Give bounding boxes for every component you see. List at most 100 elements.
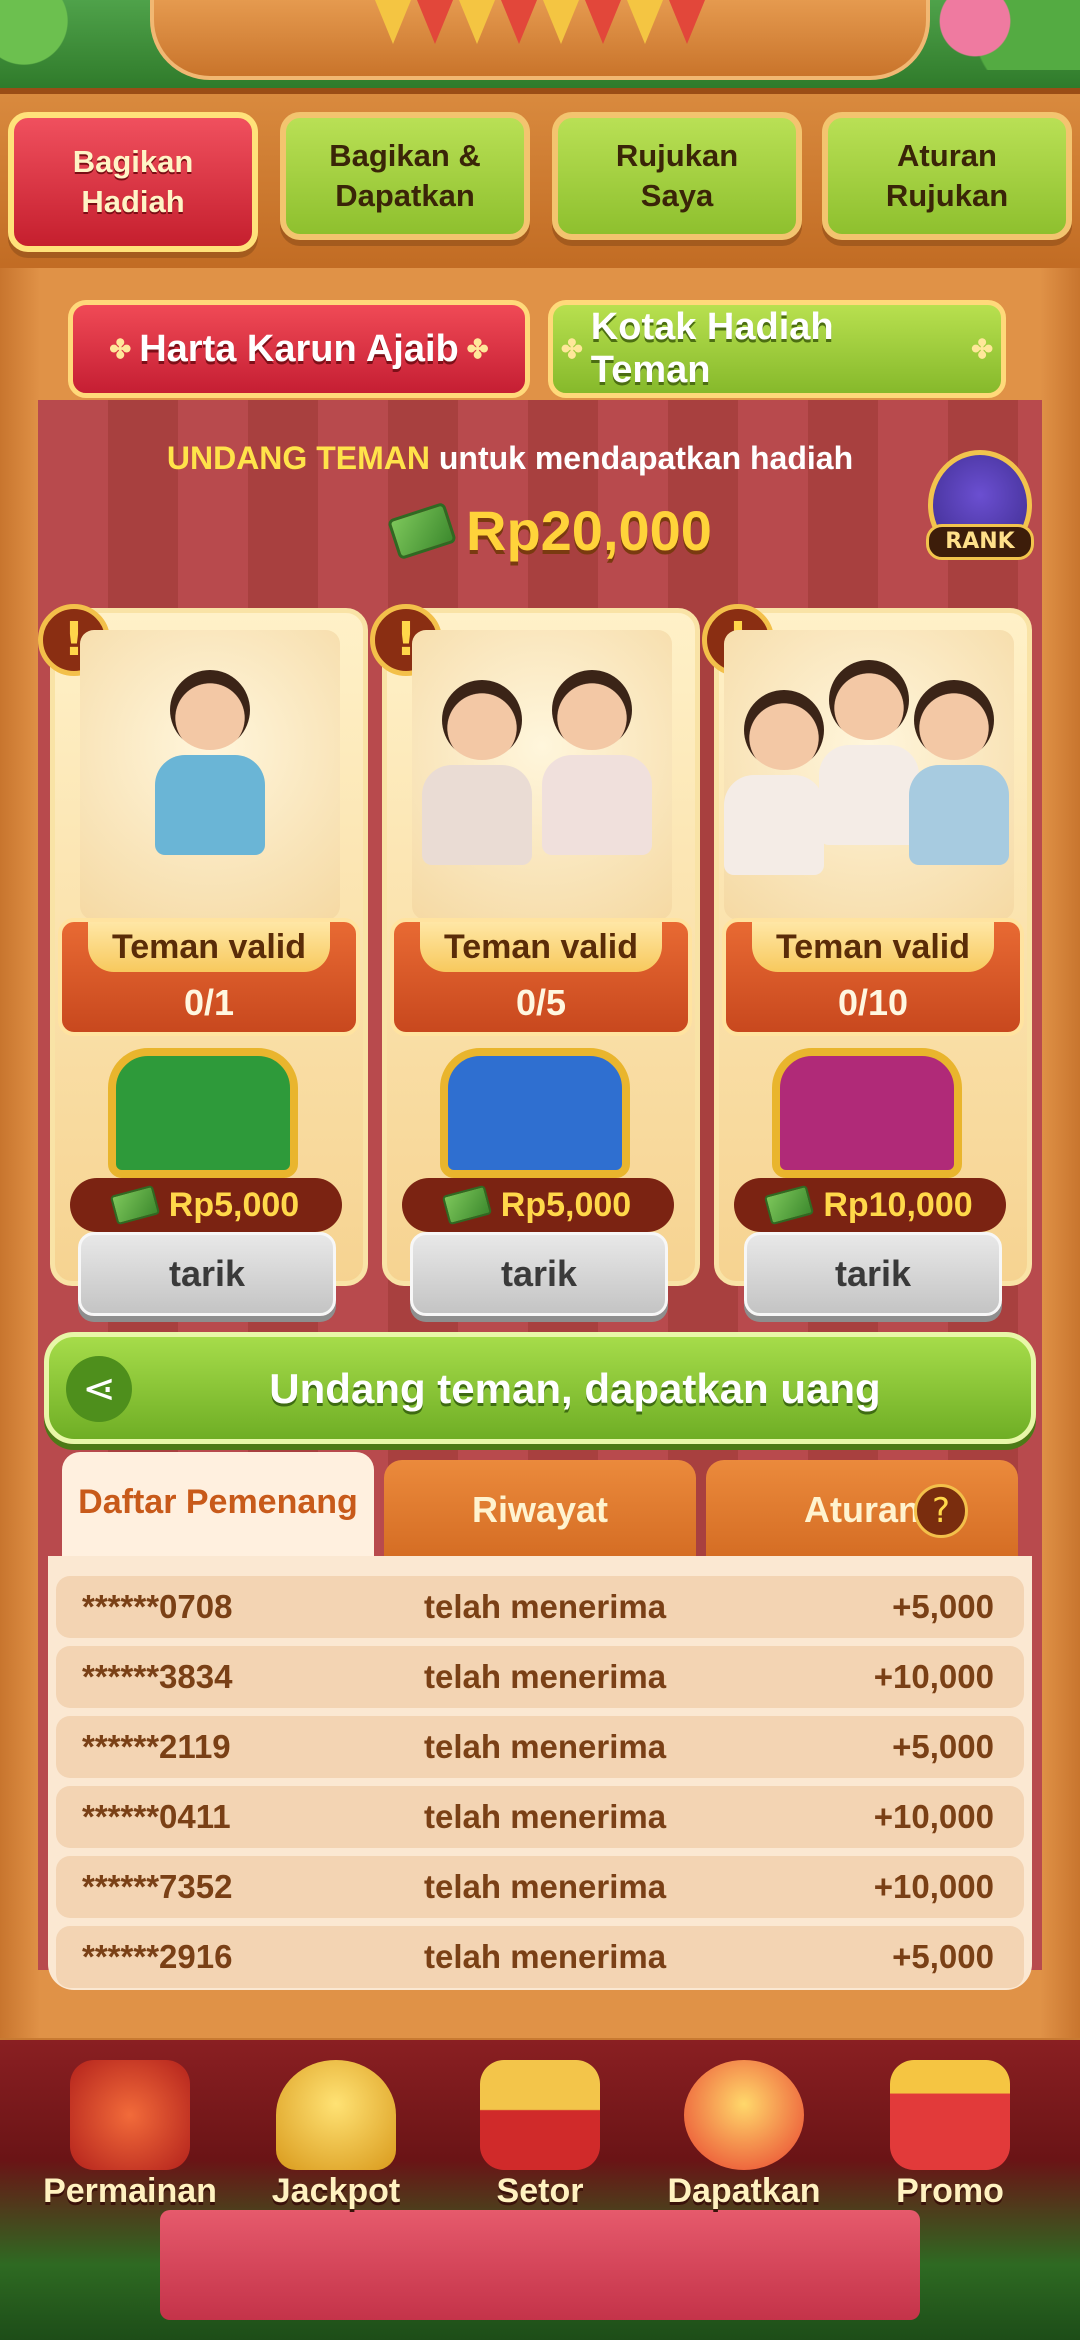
clover-icon: ✤ xyxy=(971,333,993,364)
winner-status: telah menerima xyxy=(424,1588,667,1625)
friend-gift-box-label: Kotak Hadiah Teman xyxy=(590,306,834,391)
nav-games[interactable]: Permainan xyxy=(30,2060,230,2210)
nav-label: Dapatkan xyxy=(667,2172,821,2210)
reward-amount: Rp5,000 xyxy=(168,1185,300,1224)
tab-label: Bagikan Hadiah xyxy=(72,144,194,219)
winner-amount: +10,000 xyxy=(873,1658,994,1695)
tab-rules[interactable]: Aturan xyxy=(706,1460,1018,1560)
tab-label: Bagikan & Dapatkan xyxy=(329,138,481,213)
winner-user: ******7352 xyxy=(82,1868,233,1905)
leaf-decoration-left xyxy=(0,0,120,70)
invite-highlight: UNDANG TEMAN xyxy=(166,440,430,476)
winner-status: telah menerima xyxy=(424,1728,667,1765)
valid-friends-label: Teman valid xyxy=(752,922,994,972)
claim-button-3[interactable]: tarik xyxy=(744,1232,1002,1316)
winner-user: ******3834 xyxy=(82,1658,233,1695)
valid-friends-count: 0/10 xyxy=(837,982,909,1023)
total-reward-amount: Rp20,000 xyxy=(466,499,712,562)
nav-label: Setor xyxy=(496,2172,584,2210)
tab-referral-rules[interactable]: Aturan Rujukan xyxy=(822,112,1072,240)
avatar-head xyxy=(744,690,824,770)
avatar-body xyxy=(819,745,919,845)
tab-label: Rujukan Saya xyxy=(615,138,739,213)
list-item: ******2916 telah menerima +5,000 xyxy=(56,1926,1024,1988)
reward-amount: Rp5,000 xyxy=(500,1185,632,1224)
friends-illustration xyxy=(724,630,1014,920)
winner-user: ******0411 xyxy=(82,1798,231,1835)
treasure-chest-icon xyxy=(440,1048,630,1178)
tab-share-earn[interactable]: Bagikan & Dapatkan xyxy=(280,112,530,240)
reward-amount-pill: Rp5,000 xyxy=(402,1178,674,1232)
list-item: ******0708 telah menerima +5,000 xyxy=(56,1576,1024,1638)
clover-icon: ✤ xyxy=(109,333,132,364)
winner-status: telah menerima xyxy=(424,1658,667,1695)
phone-gift-icon xyxy=(684,2060,804,2170)
rank-button[interactable]: RANK xyxy=(926,524,1034,560)
nav-promo[interactable]: Promo xyxy=(850,2060,1050,2210)
avatar-head xyxy=(914,680,994,760)
winner-amount: +5,000 xyxy=(892,1938,994,1975)
winner-amount: +5,000 xyxy=(892,1728,994,1765)
winner-user: ******0708 xyxy=(82,1588,233,1625)
pennant-bunting xyxy=(350,0,730,70)
avatar-body xyxy=(909,765,1009,865)
tab-history[interactable]: Riwayat xyxy=(384,1460,696,1560)
tab-share-reward[interactable]: Bagikan Hadiah xyxy=(8,112,258,252)
winner-status: telah menerima xyxy=(424,1868,667,1905)
friend-gift-box-button[interactable]: ✤ Kotak Hadiah Teman ✤ xyxy=(548,300,1006,398)
tab-my-referrals[interactable]: Rujukan Saya xyxy=(552,112,802,240)
slot-machine-icon xyxy=(70,2060,190,2170)
valid-friends-label: Teman valid xyxy=(420,922,662,972)
valid-friends-box: Teman valid 0/5 xyxy=(390,918,692,1036)
avatar-body xyxy=(542,755,652,855)
friend-illustration xyxy=(80,630,340,920)
winner-amount: +10,000 xyxy=(873,1868,994,1905)
cash-icon xyxy=(109,1184,160,1226)
rules-label: Aturan xyxy=(804,1489,920,1530)
trophy-icon xyxy=(276,2060,396,2170)
avatar-body xyxy=(724,775,824,875)
winner-status: telah menerima xyxy=(424,1938,667,1975)
help-icon[interactable]: ? xyxy=(914,1484,968,1538)
list-item: ******2119 telah menerima +5,000 xyxy=(56,1716,1024,1778)
winner-list[interactable]: ******0708 telah menerima +5,000 ******3… xyxy=(48,1556,1032,1990)
list-item: ******0411 telah menerima +10,000 xyxy=(56,1786,1024,1848)
avatar-head xyxy=(829,660,909,740)
valid-friends-box: Teman valid 0/1 xyxy=(58,918,360,1036)
nav-label: Permainan xyxy=(43,2172,217,2210)
list-item: ******7352 telah menerima +10,000 xyxy=(56,1856,1024,1918)
treasure-chest-icon xyxy=(108,1048,298,1178)
cash-icon xyxy=(764,1184,815,1226)
nav-label: Jackpot xyxy=(271,2172,401,2210)
winner-status: telah menerima xyxy=(424,1798,667,1835)
claim-button-1[interactable]: tarik xyxy=(78,1232,336,1316)
valid-friends-count: 0/5 xyxy=(515,982,567,1023)
clover-icon: ✤ xyxy=(466,333,489,364)
winner-user: ******2119 xyxy=(82,1728,231,1765)
friends-illustration xyxy=(412,630,672,920)
winner-amount: +10,000 xyxy=(873,1798,994,1835)
claim-button-2[interactable]: tarik xyxy=(410,1232,668,1316)
reward-amount-pill: Rp10,000 xyxy=(734,1178,1006,1232)
invite-rest: untuk mendapatkan hadiah xyxy=(429,440,854,476)
invite-friends-label[interactable]: Undang teman, dapatkan uang xyxy=(150,1356,1000,1422)
avatar-head xyxy=(442,680,522,760)
share-icon[interactable]: ⋖ xyxy=(66,1356,132,1422)
winner-amount: +5,000 xyxy=(892,1588,994,1625)
valid-friends-box: Teman valid 0/10 xyxy=(722,918,1024,1036)
nav-earn[interactable]: Dapatkan xyxy=(644,2060,844,2210)
clover-icon: ✤ xyxy=(561,333,583,364)
avatar-body xyxy=(155,755,265,855)
magic-treasure-button[interactable]: ✤ Harta Karun Ajaib ✤ xyxy=(68,300,530,398)
nav-jackpot[interactable]: Jackpot xyxy=(236,2060,436,2210)
winner-user: ******2916 xyxy=(82,1938,233,1975)
nav-deposit[interactable]: Setor xyxy=(440,2060,640,2210)
tab-label: Aturan Rujukan xyxy=(885,138,1009,213)
stage-decoration xyxy=(160,2210,920,2320)
avatar-body xyxy=(422,765,532,865)
nav-label: Promo xyxy=(896,2172,1004,2210)
coin-chest-icon xyxy=(480,2060,600,2170)
gift-box-icon xyxy=(890,2060,1010,2170)
tab-winner-list[interactable]: Daftar Pemenang xyxy=(62,1452,374,1560)
reward-amount-pill: Rp5,000 xyxy=(70,1178,342,1232)
